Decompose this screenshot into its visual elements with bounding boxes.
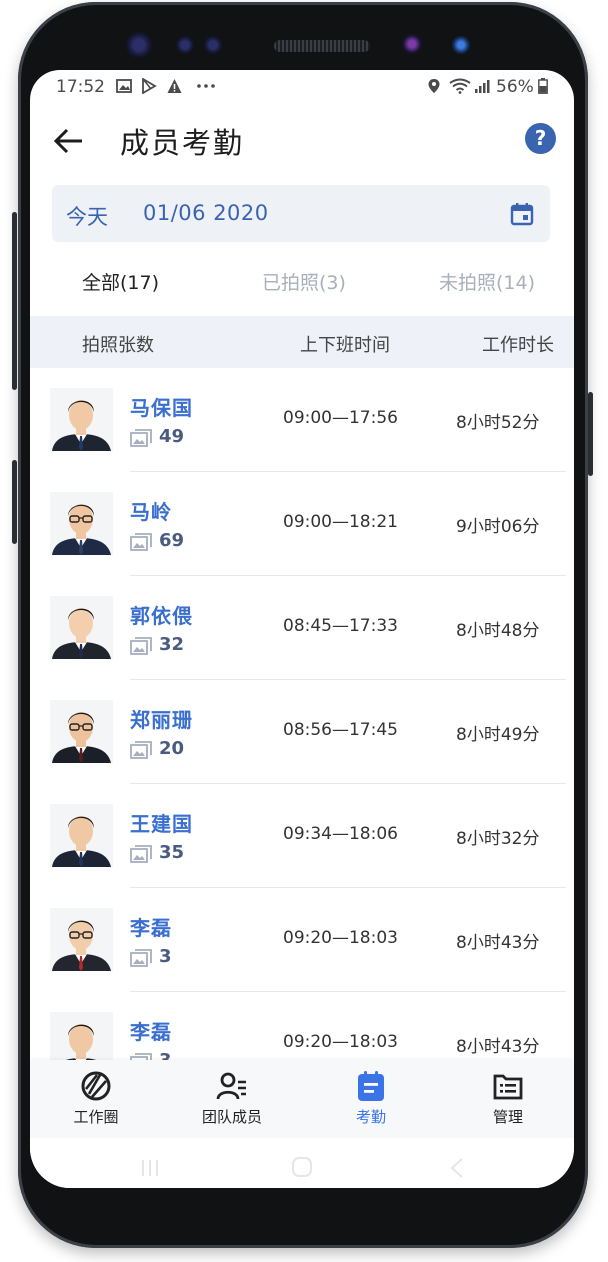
- page-title: 成员考勤: [120, 126, 245, 160]
- column-hours: 上下班时间: [300, 335, 390, 356]
- aperture-icon: [81, 1071, 111, 1101]
- column-duration: 工作时长: [482, 335, 554, 356]
- tab-photographed[interactable]: 已拍照(3): [262, 268, 346, 295]
- power-side-button: [588, 392, 593, 476]
- member-name[interactable]: 马保国: [130, 392, 193, 421]
- photo-count: 69: [159, 530, 185, 551]
- cell-signal-icon: [475, 80, 490, 93]
- location-icon: [428, 79, 440, 93]
- work-duration: 9小时06分: [456, 517, 540, 537]
- attendance-clipboard-icon: [358, 1071, 384, 1101]
- photo-count: 20: [159, 738, 185, 759]
- work-hours: 09:00—18:21: [283, 512, 398, 532]
- avatar: [50, 492, 113, 555]
- battery-percent: 56%: [496, 77, 534, 97]
- gallery-notification-icon: [116, 79, 132, 93]
- work-duration: 8小时43分: [456, 933, 540, 953]
- back-icon[interactable]: [450, 1158, 464, 1178]
- bixby-side-button: [12, 212, 17, 390]
- member-name[interactable]: 郭依偎: [130, 600, 193, 629]
- member-row[interactable]: 马岭 69 09:00—18:21 9小时06分: [30, 472, 574, 576]
- photo-count: 35: [159, 842, 185, 863]
- column-photos: 拍照张数: [82, 335, 154, 356]
- nav-label: 团队成员: [201, 1108, 262, 1126]
- photo-gallery-icon: [130, 429, 152, 447]
- date-today-label: 今天: [66, 205, 108, 229]
- photo-gallery-icon: [130, 741, 152, 759]
- work-hours: 09:20—18:03: [283, 928, 398, 948]
- member-row[interactable]: 王建国 35 09:34—18:06 8小时32分: [30, 784, 574, 888]
- photo-gallery-icon: [130, 949, 152, 967]
- nav-team-members[interactable]: 团队成员: [187, 1060, 277, 1138]
- app-screen: 17:52 56% 成员考勤 ? 今天 01/06 2020 全部(17) 已拍…: [30, 70, 574, 1188]
- avatar: [50, 700, 113, 763]
- calendar-icon[interactable]: [510, 202, 534, 226]
- work-hours: 09:20—18:03: [283, 1032, 398, 1052]
- work-duration: 8小时48分: [456, 621, 540, 641]
- nav-work-circle[interactable]: 工作圈: [51, 1060, 141, 1138]
- nav-label: 管理: [492, 1108, 523, 1126]
- photo-gallery-icon: [130, 533, 152, 551]
- work-hours: 09:00—17:56: [283, 408, 398, 428]
- member-name[interactable]: 李磊: [130, 1016, 172, 1045]
- wifi-icon: [449, 78, 471, 94]
- work-hours: 09:34—18:06: [283, 824, 398, 844]
- member-row[interactable]: 郑丽珊 20 08:56—17:45 8小时49分: [30, 680, 574, 784]
- more-notifications-icon: [197, 84, 215, 88]
- home-icon[interactable]: [291, 1156, 313, 1178]
- warning-notification-icon: [167, 79, 182, 93]
- date-selector[interactable]: 今天 01/06 2020: [52, 185, 550, 242]
- team-members-icon: [216, 1072, 246, 1100]
- avatar: [50, 596, 113, 659]
- help-icon[interactable]: ?: [525, 123, 556, 154]
- recent-apps-icon[interactable]: [140, 1158, 160, 1178]
- nav-attendance[interactable]: 考勤: [326, 1060, 416, 1138]
- front-camera-icon: [126, 32, 152, 58]
- table-header: 拍照张数 上下班时间 工作时长: [30, 316, 574, 368]
- iris-led-icon: [452, 36, 470, 54]
- system-navigation-bar: [30, 1138, 574, 1188]
- member-name[interactable]: 郑丽珊: [130, 704, 193, 733]
- member-name[interactable]: 马岭: [130, 496, 172, 525]
- member-row[interactable]: 李磊 3 09:20—18:03 8小时43分: [30, 888, 574, 992]
- member-row[interactable]: 马保国 49 09:00—17:56 8小时52分: [30, 368, 574, 472]
- photo-gallery-icon: [130, 845, 152, 863]
- manage-list-icon: [493, 1074, 523, 1100]
- work-duration: 8小时49分: [456, 725, 540, 745]
- photo-count: 32: [159, 634, 185, 655]
- work-duration: 8小时32分: [456, 829, 540, 849]
- bottom-nav: 工作圈 团队成员 考勤 管理: [30, 1060, 574, 1138]
- iris-camera-icon: [402, 34, 422, 54]
- earpiece-speaker: [274, 40, 370, 52]
- sensor-icon: [176, 36, 194, 54]
- photo-gallery-icon: [130, 637, 152, 655]
- avatar: [50, 388, 113, 451]
- nav-manage[interactable]: 管理: [463, 1060, 553, 1138]
- nav-label: 工作圈: [73, 1108, 119, 1126]
- avatar: [50, 908, 113, 971]
- member-name[interactable]: 李磊: [130, 912, 172, 941]
- member-name[interactable]: 王建国: [130, 808, 193, 837]
- work-hours: 08:56—17:45: [283, 720, 398, 740]
- volume-side-button: [12, 460, 17, 544]
- play-store-notification-icon: [142, 78, 157, 94]
- photo-count: 49: [159, 426, 185, 447]
- work-duration: 8小时43分: [456, 1037, 540, 1057]
- tab-all[interactable]: 全部(17): [82, 268, 159, 295]
- back-arrow-icon[interactable]: [52, 124, 86, 158]
- nav-label: 考勤: [355, 1108, 386, 1126]
- avatar: [50, 804, 113, 867]
- sensor-icon: [204, 36, 222, 54]
- work-duration: 8小时52分: [456, 413, 540, 433]
- work-hours: 08:45—17:33: [283, 616, 398, 636]
- date-value: 01/06 2020: [143, 201, 269, 225]
- photo-count: 3: [159, 946, 172, 967]
- tab-not-photographed[interactable]: 未拍照(14): [439, 268, 535, 295]
- battery-icon: [538, 78, 548, 94]
- member-row[interactable]: 郭依偎 32 08:45—17:33 8小时48分: [30, 576, 574, 680]
- status-time: 17:52: [56, 77, 105, 97]
- status-bar: 17:52 56%: [30, 70, 574, 104]
